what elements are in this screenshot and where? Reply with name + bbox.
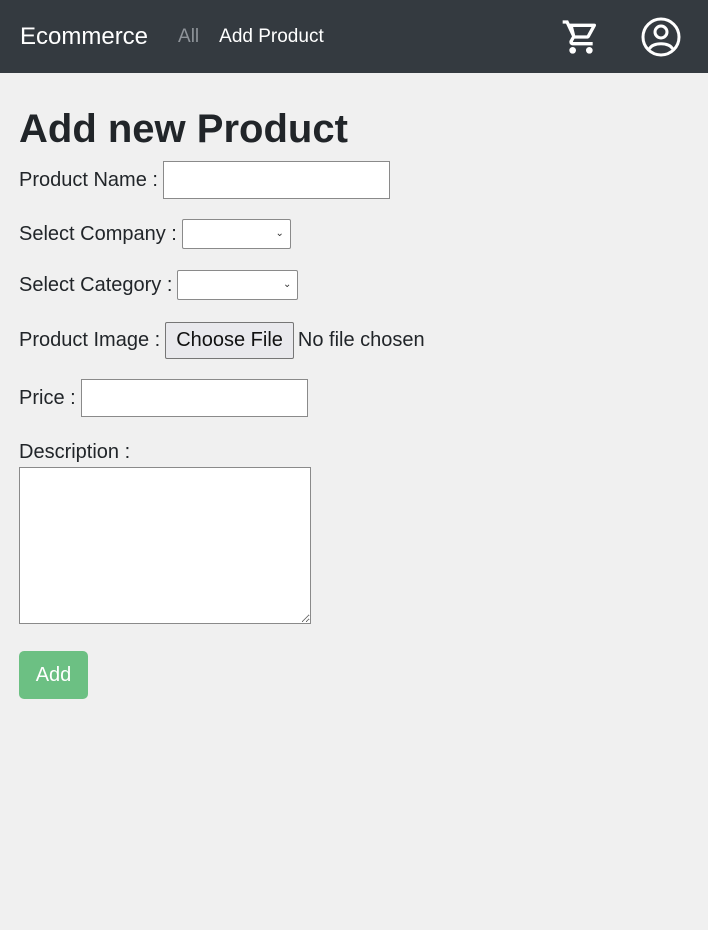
description-row: Description :	[19, 441, 135, 464]
cart-icon[interactable]	[561, 17, 601, 57]
image-label: Product Image :	[19, 329, 161, 351]
brand-link[interactable]: Ecommerce	[20, 23, 148, 51]
price-input[interactable]	[80, 379, 308, 417]
top-navbar: Ecommerce All Add Product	[0, 0, 708, 73]
add-button[interactable]: Add	[19, 651, 88, 699]
account-circle-icon[interactable]	[640, 16, 682, 58]
chevron-down-icon: ⌄	[275, 227, 284, 239]
company-row: Select Company : ⌄	[19, 219, 291, 249]
image-row: Product Image : Choose File No file chos…	[19, 322, 425, 359]
nav-link-all[interactable]: All	[178, 26, 199, 48]
category-row: Select Category : ⌄	[19, 270, 299, 300]
choose-file-button[interactable]: Choose File	[165, 322, 294, 359]
category-label: Select Category :	[19, 273, 173, 296]
price-row: Price :	[19, 379, 308, 417]
category-select[interactable]: ⌄	[177, 270, 299, 300]
product-name-row: Product Name :	[19, 161, 390, 199]
company-label: Select Company :	[19, 222, 177, 245]
product-name-label: Product Name :	[19, 168, 158, 191]
company-select[interactable]: ⌄	[181, 219, 291, 249]
chevron-down-icon: ⌄	[283, 278, 292, 290]
description-label: Description :	[19, 441, 131, 463]
price-label: Price :	[19, 386, 76, 409]
description-textarea[interactable]	[19, 467, 311, 624]
product-name-input[interactable]	[162, 161, 390, 199]
nav-link-add-product[interactable]: Add Product	[219, 26, 324, 48]
main-content: Add new Product	[0, 73, 708, 153]
page-title: Add new Product	[19, 107, 348, 151]
file-status: No file chosen	[297, 329, 425, 351]
